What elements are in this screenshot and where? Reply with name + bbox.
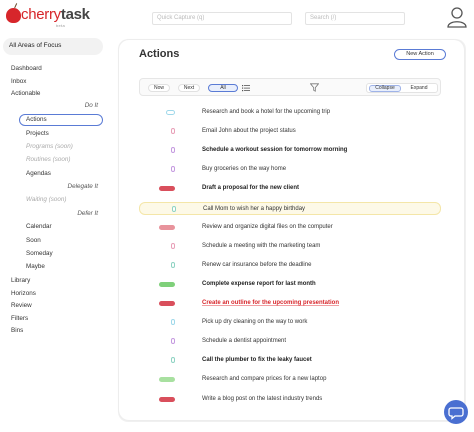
search-input[interactable]: Search (/) [305, 12, 405, 25]
sidebar-item-projects[interactable]: Projects [26, 130, 49, 137]
task-title[interactable]: Email John about the project status [202, 128, 296, 134]
priority-dot[interactable] [171, 147, 175, 154]
sidebar-item-library[interactable]: Library [11, 277, 30, 284]
task-title[interactable]: Research and compare prices for a new la… [202, 376, 326, 382]
sidebar-item-filters[interactable]: Filters [11, 315, 28, 322]
task-title[interactable]: Buy groceries on the way home [202, 166, 286, 172]
priority-bar[interactable] [159, 301, 175, 306]
task-title[interactable]: Schedule a workout session for tomorrow … [202, 147, 347, 153]
cherry-logo-icon [6, 8, 21, 23]
priority-pill[interactable] [166, 110, 175, 115]
sidebar-heading-do-it: Do It [84, 102, 98, 109]
chat-support-button[interactable] [444, 400, 468, 424]
sidebar-item-actionable[interactable]: Actionable [11, 90, 40, 97]
task-title[interactable]: Research and book a hotel for the upcomi… [202, 109, 330, 115]
task-row[interactable]: Create an outline for the upcoming prese… [139, 297, 441, 310]
areas-of-focus-selector[interactable]: All Areas of Focus [3, 38, 103, 55]
priority-dot[interactable] [171, 128, 175, 135]
collapse-expand-group: Collapse Expand [366, 83, 438, 93]
task-row[interactable]: Complete expense report for last month [139, 278, 441, 291]
sidebar-item-programs: Programs (soon) [26, 143, 73, 150]
sidebar: All Areas of Focus Dashboard Inbox Actio… [0, 32, 112, 432]
priority-dot[interactable] [172, 205, 176, 212]
priority-dot[interactable] [171, 338, 175, 345]
task-title[interactable]: Create an outline for the upcoming prese… [202, 300, 339, 306]
task-row[interactable]: Schedule a workout session for tomorrow … [139, 144, 441, 157]
task-title[interactable]: Draft a proposal for the new client [202, 185, 299, 191]
priority-dot[interactable] [171, 166, 175, 173]
top-bar: cherrytask beta Quick Capture (q) Search… [0, 0, 474, 32]
task-row[interactable]: Schedule a meeting with the marketing te… [139, 240, 441, 253]
task-row[interactable]: Email John about the project status [139, 125, 441, 138]
task-row[interactable]: Pick up dry cleaning on the way to work [139, 316, 441, 329]
sidebar-item-actions[interactable]: Actions [19, 114, 103, 126]
task-row[interactable]: Draft a proposal for the new client [139, 182, 441, 195]
task-row[interactable]: Schedule a dentist appointment [139, 335, 441, 348]
expand-button[interactable]: Expand [403, 85, 435, 92]
task-row[interactable]: Buy groceries on the way home [139, 163, 441, 176]
task-title[interactable]: Renew car insurance before the deadline [202, 262, 311, 268]
priority-bar[interactable] [159, 281, 175, 287]
task-title[interactable]: Pick up dry cleaning on the way to work [202, 319, 307, 325]
task-title[interactable]: Call Mom to wish her a happy birthday [203, 206, 305, 212]
priority-bar[interactable] [159, 396, 175, 402]
priority-dot[interactable] [171, 319, 175, 326]
task-title[interactable]: Schedule a meeting with the marketing te… [202, 243, 320, 249]
task-title[interactable]: Complete expense report for last month [202, 281, 316, 287]
sidebar-item-maybe[interactable]: Maybe [26, 263, 45, 270]
actions-card: Actions New Action Now Next All Collapse… [119, 40, 464, 420]
sidebar-item-dashboard[interactable]: Dashboard [11, 65, 42, 72]
filter-all-button[interactable]: All [208, 84, 238, 92]
priority-dot[interactable] [171, 261, 175, 268]
cherrytask-logo[interactable]: cherrytask beta [6, 3, 90, 28]
priority-dot[interactable] [171, 242, 175, 249]
sidebar-item-waiting: Waiting (soon) [26, 196, 67, 203]
task-row[interactable]: Renew car insurance before the deadline [139, 259, 441, 272]
list-view-icon[interactable] [242, 84, 250, 92]
priority-bar[interactable] [159, 377, 175, 383]
sidebar-item-review[interactable]: Review [11, 302, 32, 309]
task-title[interactable]: Review and organize digital files on the… [202, 224, 333, 230]
priority-bar[interactable] [159, 224, 175, 230]
task-row[interactable]: Review and organize digital files on the… [139, 221, 441, 234]
sidebar-item-horizons[interactable]: Horizons [11, 290, 36, 297]
sidebar-heading-defer-it: Defer It [77, 210, 98, 217]
task-row[interactable]: Research and book a hotel for the upcomi… [139, 106, 441, 119]
chat-bubble-icon [448, 407, 464, 420]
sidebar-item-calendar[interactable]: Calendar [26, 223, 52, 230]
priority-dot[interactable] [171, 357, 175, 364]
task-row[interactable]: Call the plumber to fix the leaky faucet [139, 354, 441, 367]
sidebar-item-routines: Routines (soon) [26, 156, 71, 163]
task-title[interactable]: Schedule a dentist appointment [202, 338, 286, 344]
user-account-icon[interactable] [446, 6, 468, 28]
sidebar-item-soon[interactable]: Soon [26, 237, 41, 244]
sidebar-item-inbox[interactable]: Inbox [11, 78, 26, 85]
page-title: Actions [139, 48, 180, 60]
priority-bar[interactable] [159, 186, 175, 192]
task-title[interactable]: Write a blog post on the latest industry… [202, 396, 322, 402]
filter-funnel-icon[interactable] [310, 83, 319, 92]
sidebar-item-bins[interactable]: Bins [11, 327, 23, 334]
filter-now-button[interactable]: Now [148, 84, 170, 92]
actions-toolbar: Now Next All Collapse Expand [139, 78, 441, 96]
sidebar-item-agendas[interactable]: Agendas [26, 170, 51, 177]
task-row[interactable]: Write a blog post on the latest industry… [139, 393, 441, 406]
sidebar-item-someday[interactable]: Someday [26, 250, 53, 257]
sidebar-heading-delegate-it: Delegate It [67, 183, 98, 190]
new-action-button[interactable]: New Action [394, 49, 446, 60]
task-row[interactable]: Research and compare prices for a new la… [139, 373, 441, 386]
task-row[interactable]: Call Mom to wish her a happy birthday [139, 201, 441, 215]
task-title[interactable]: Call the plumber to fix the leaky faucet [202, 357, 312, 363]
quick-capture-input[interactable]: Quick Capture (q) [152, 12, 292, 25]
collapse-button[interactable]: Collapse [369, 85, 401, 92]
filter-next-button[interactable]: Next [178, 84, 200, 92]
